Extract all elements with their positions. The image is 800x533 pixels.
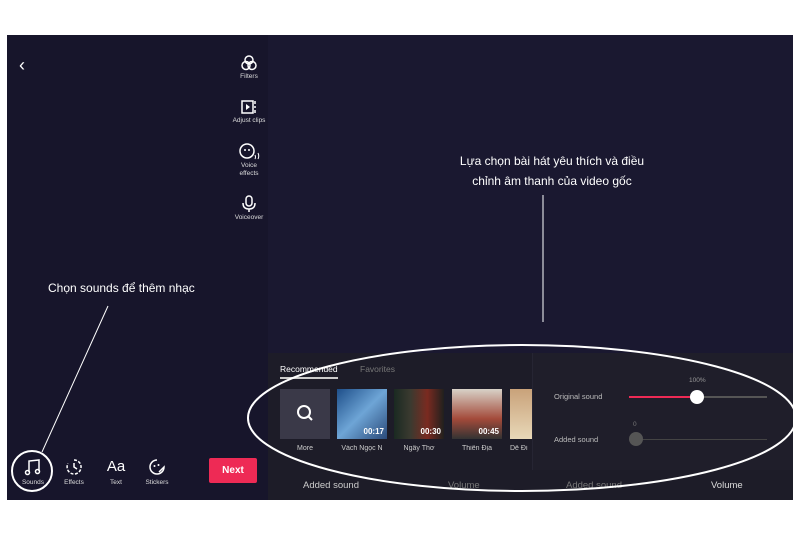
volume-annotation: Lựa chọn bài hát yêu thích và điều chỉnh… bbox=[459, 154, 645, 188]
sounds-annotation: Chọn sounds để thêm nhạc bbox=[48, 281, 195, 295]
annotation-overlay bbox=[11, 195, 797, 492]
highlight-circle bbox=[11, 450, 53, 492]
highlight-ellipse bbox=[247, 344, 797, 492]
pointer-line bbox=[41, 305, 109, 453]
